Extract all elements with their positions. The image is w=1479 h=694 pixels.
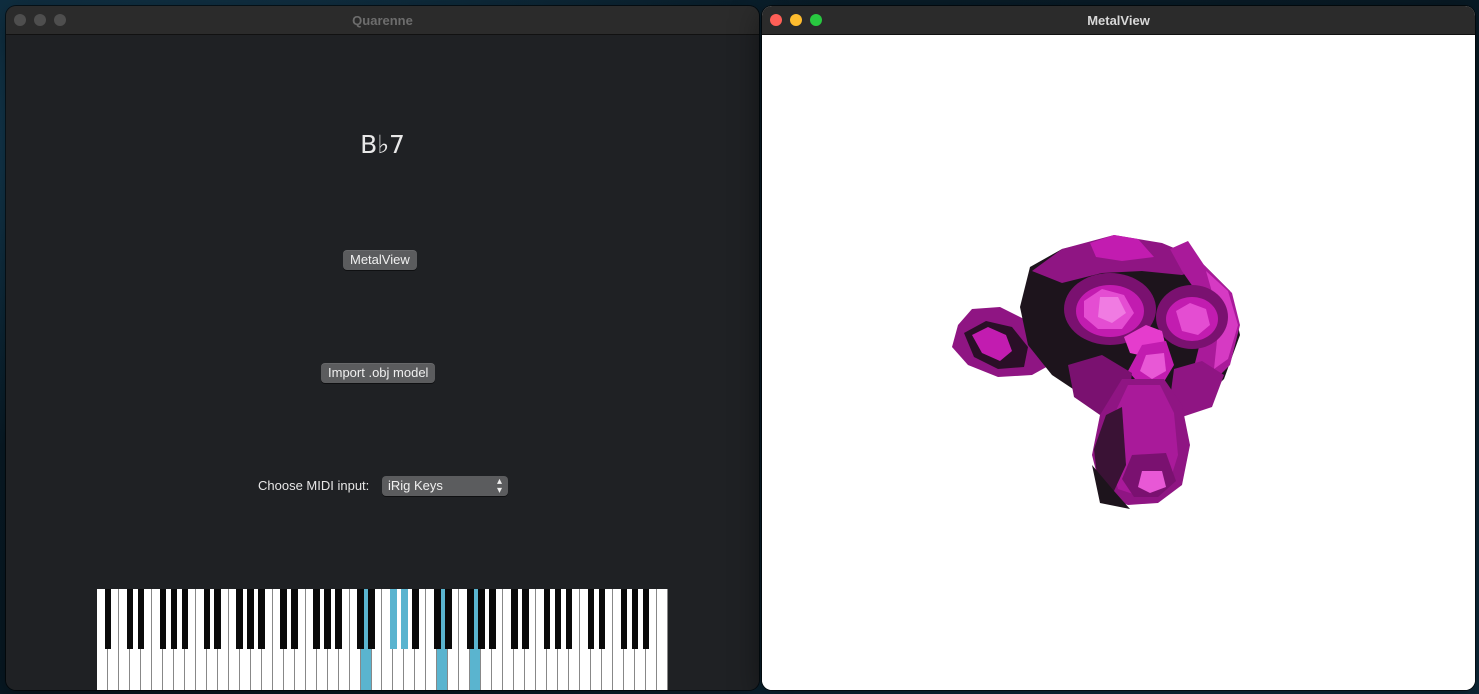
piano-black-key[interactable] [445, 589, 452, 649]
piano-black-key[interactable] [137, 589, 145, 649]
midi-input-select[interactable]: iRig Keys ▴ ▾ [382, 476, 508, 496]
piano-black-key[interactable] [620, 589, 628, 649]
piano-black-key[interactable] [510, 589, 518, 649]
piano-black-key[interactable] [554, 589, 562, 649]
metalview-button[interactable]: MetalView [343, 250, 417, 270]
quarenne-content: B♭7 MetalView Import .obj model Choose M… [6, 35, 759, 690]
minimize-icon[interactable] [34, 14, 46, 26]
piano-black-key[interactable] [489, 589, 496, 649]
window-controls [770, 14, 822, 26]
chevron-updown-icon: ▴ ▾ [496, 476, 502, 496]
piano-white-key[interactable] [657, 589, 668, 690]
piano-black-key[interactable] [368, 589, 375, 649]
piano-black-key[interactable] [247, 589, 254, 649]
piano-black-key[interactable] [126, 589, 134, 649]
zoom-icon[interactable] [54, 14, 66, 26]
piano-keyboard[interactable] [97, 589, 668, 690]
piano-black-key[interactable] [565, 589, 573, 649]
piano-black-key[interactable] [159, 589, 167, 649]
piano-black-key[interactable] [104, 589, 112, 649]
piano-black-key[interactable] [324, 589, 331, 649]
metalview-titlebar[interactable]: MetalView [762, 6, 1475, 35]
quarenne-window: Quarenne B♭7 MetalView Import .obj model… [6, 6, 759, 690]
piano-black-key[interactable] [631, 589, 639, 649]
close-icon[interactable] [14, 14, 26, 26]
piano-black-key[interactable] [291, 589, 298, 649]
piano-black-key[interactable] [587, 589, 595, 649]
piano-black-key[interactable] [181, 589, 189, 649]
zoom-icon[interactable] [810, 14, 822, 26]
close-icon[interactable] [770, 14, 782, 26]
piano-black-key[interactable] [434, 589, 441, 649]
piano-black-key[interactable] [598, 589, 606, 649]
piano-black-key[interactable] [335, 589, 342, 649]
minimize-icon[interactable] [790, 14, 802, 26]
window-title: Quarenne [352, 12, 413, 28]
midi-input-value: iRig Keys [388, 478, 443, 493]
piano-black-key[interactable] [543, 589, 551, 649]
piano-black-key[interactable] [357, 589, 364, 649]
metal-render-view[interactable] [762, 35, 1475, 690]
piano-black-key[interactable] [642, 589, 650, 649]
piano-black-key[interactable] [280, 589, 287, 649]
piano-black-key[interactable] [478, 589, 485, 649]
piano-black-key[interactable] [467, 589, 474, 649]
piano-black-key[interactable] [401, 589, 408, 649]
quarenne-titlebar[interactable]: Quarenne [6, 6, 759, 35]
piano-black-key[interactable] [412, 589, 419, 649]
window-controls [14, 14, 66, 26]
monkey-head-model [952, 235, 1240, 509]
piano-black-key[interactable] [236, 589, 244, 649]
piano-black-key[interactable] [313, 589, 320, 649]
piano-black-key[interactable] [203, 589, 211, 649]
piano-black-key[interactable] [390, 589, 397, 649]
piano-black-key[interactable] [258, 589, 265, 649]
metalview-window: MetalView [762, 6, 1475, 690]
chord-display: B♭7 [360, 130, 405, 159]
midi-input-label: Choose MIDI input: [258, 478, 370, 493]
piano-black-key[interactable] [170, 589, 178, 649]
piano-black-key[interactable] [214, 589, 222, 649]
import-obj-button[interactable]: Import .obj model [321, 363, 436, 383]
piano-black-key[interactable] [521, 589, 529, 649]
window-title: MetalView [1087, 12, 1150, 28]
